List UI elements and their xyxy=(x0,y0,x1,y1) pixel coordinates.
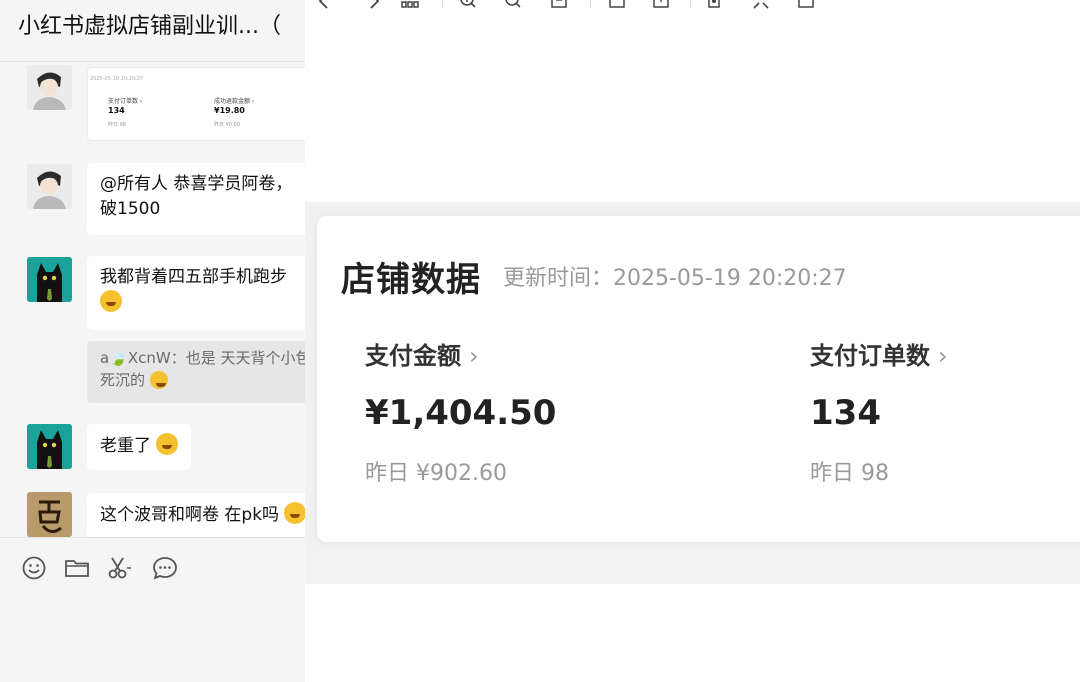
message-list[interactable]: 2025-05-19 20:20:27 支付订单数 › 134 昨日 98 成功… xyxy=(0,62,305,537)
calligraphy-avatar-icon xyxy=(27,492,72,537)
chat-title[interactable]: 小红书虚拟店铺副业训...（ xyxy=(18,8,318,40)
quote-text: a🍃XcnW：也是 天天背个小包 xyxy=(100,349,305,367)
copy-icon[interactable] xyxy=(797,0,815,10)
chat-pane: 小红书虚拟店铺副业训...（ 2025-05-19 20:20:27 支付订单数… xyxy=(0,0,305,682)
message-bubble[interactable]: 我都背着四五部手机跑步 xyxy=(87,256,305,330)
grid-icon[interactable] xyxy=(401,0,419,10)
toolbar-separator xyxy=(690,0,691,8)
message-bubble[interactable]: 这个波哥和啊卷 在pk吗 xyxy=(87,493,305,537)
metric-order-count: 支付订单数 › 134 昨日 98 xyxy=(810,336,948,487)
quoted-reply[interactable]: a🍃XcnW：也是 天天背个小包 死沉的 xyxy=(87,341,305,403)
message-text: @所有人 恭喜学员阿卷， xyxy=(100,174,293,194)
shared-screenshot[interactable]: 2025-05-19 20:20:27 支付订单数 › 134 昨日 98 成功… xyxy=(87,67,305,141)
emoji-icon xyxy=(284,502,305,524)
zoom-in-icon[interactable] xyxy=(459,0,477,10)
rotate-icon[interactable] xyxy=(705,0,723,10)
update-time: 更新时间：2025-05-19 20:20:27 xyxy=(503,266,847,291)
crying-emoji-icon xyxy=(156,433,179,455)
shared-metric-yesterday: 昨日 98 xyxy=(108,122,126,128)
cat-avatar-icon xyxy=(27,424,72,469)
folder-icon[interactable] xyxy=(64,555,90,581)
forward-icon[interactable] xyxy=(365,0,383,10)
chat-bubble-icon[interactable] xyxy=(152,555,178,581)
shared-metric-label: 成功退款金额 › xyxy=(214,98,255,105)
metric-yesterday: 昨日 98 xyxy=(810,461,889,486)
chevron-right-icon: › xyxy=(469,342,479,370)
avatar[interactable] xyxy=(27,164,72,209)
avatar[interactable] xyxy=(27,65,72,110)
viewer-toolbar xyxy=(305,0,1080,10)
metric-value: ¥1,404.50 xyxy=(365,393,557,433)
toolbar-separator xyxy=(590,0,591,8)
shared-timestamp: 2025-05-19 20:20:27 xyxy=(90,76,144,82)
app-window: 小红书虚拟店铺副业训...（ 2025-05-19 20:20:27 支付订单数… xyxy=(0,0,1080,682)
scissors-icon[interactable] xyxy=(107,555,133,581)
shared-metric-label: 支付订单数 › xyxy=(108,98,143,105)
person-avatar-icon xyxy=(27,164,72,209)
crop-icon[interactable] xyxy=(608,0,626,10)
laughing-emoji-icon xyxy=(100,290,122,312)
toolbar-separator xyxy=(442,0,443,8)
message-bubble[interactable]: 老重了 xyxy=(87,424,192,470)
emoji-icon[interactable] xyxy=(21,555,47,581)
shared-metric-value: ¥19.80 xyxy=(214,106,245,115)
quote-text: 死沉的 xyxy=(100,371,146,389)
metric-label: 支付订单数 xyxy=(810,342,930,370)
viewer-background xyxy=(305,584,1080,682)
shared-metric-yesterday: 昨日 ¥0.00 xyxy=(214,122,240,128)
image-viewer: 店铺数据 更新时间：2025-05-19 20:20:27 支付金额 › ¥1,4… xyxy=(305,0,1080,682)
save-icon[interactable] xyxy=(652,0,670,10)
expand-icon[interactable] xyxy=(752,0,770,10)
message-bubble[interactable]: @所有人 恭喜学员阿卷， 破1500 xyxy=(87,163,305,235)
metric-label: 支付金额 xyxy=(365,342,461,370)
message-text: 我都背着四五部手机跑步 xyxy=(100,267,287,287)
metric-yesterday: 昨日 ¥902.60 xyxy=(365,461,507,486)
avatar[interactable] xyxy=(27,492,72,537)
message-text: 这个波哥和啊卷 在pk吗 xyxy=(100,505,280,525)
person-avatar-icon xyxy=(27,65,72,110)
chevron-right-icon: › xyxy=(938,342,948,370)
message-text: 老重了 xyxy=(100,436,151,456)
fit-icon[interactable] xyxy=(550,0,568,10)
input-divider xyxy=(0,537,305,538)
metric-payment-amount: 支付金额 › ¥1,404.50 昨日 ¥902.60 xyxy=(365,336,556,487)
zoom-out-icon[interactable] xyxy=(504,0,522,10)
back-icon[interactable] xyxy=(315,0,333,10)
message-text: 破1500 xyxy=(100,199,161,219)
metric-value: 134 xyxy=(810,393,881,433)
cat-avatar-icon xyxy=(27,257,72,302)
avatar[interactable] xyxy=(27,257,72,302)
displayed-image[interactable]: 店铺数据 更新时间：2025-05-19 20:20:27 支付金额 › ¥1,4… xyxy=(305,202,1080,584)
avatar[interactable] xyxy=(27,424,72,469)
store-data-card: 店铺数据 更新时间：2025-05-19 20:20:27 支付金额 › ¥1,4… xyxy=(317,216,1080,542)
shared-metric-value: 134 xyxy=(108,106,125,115)
laughing-emoji-icon xyxy=(149,371,168,389)
store-data-title: 店铺数据 xyxy=(341,260,481,300)
